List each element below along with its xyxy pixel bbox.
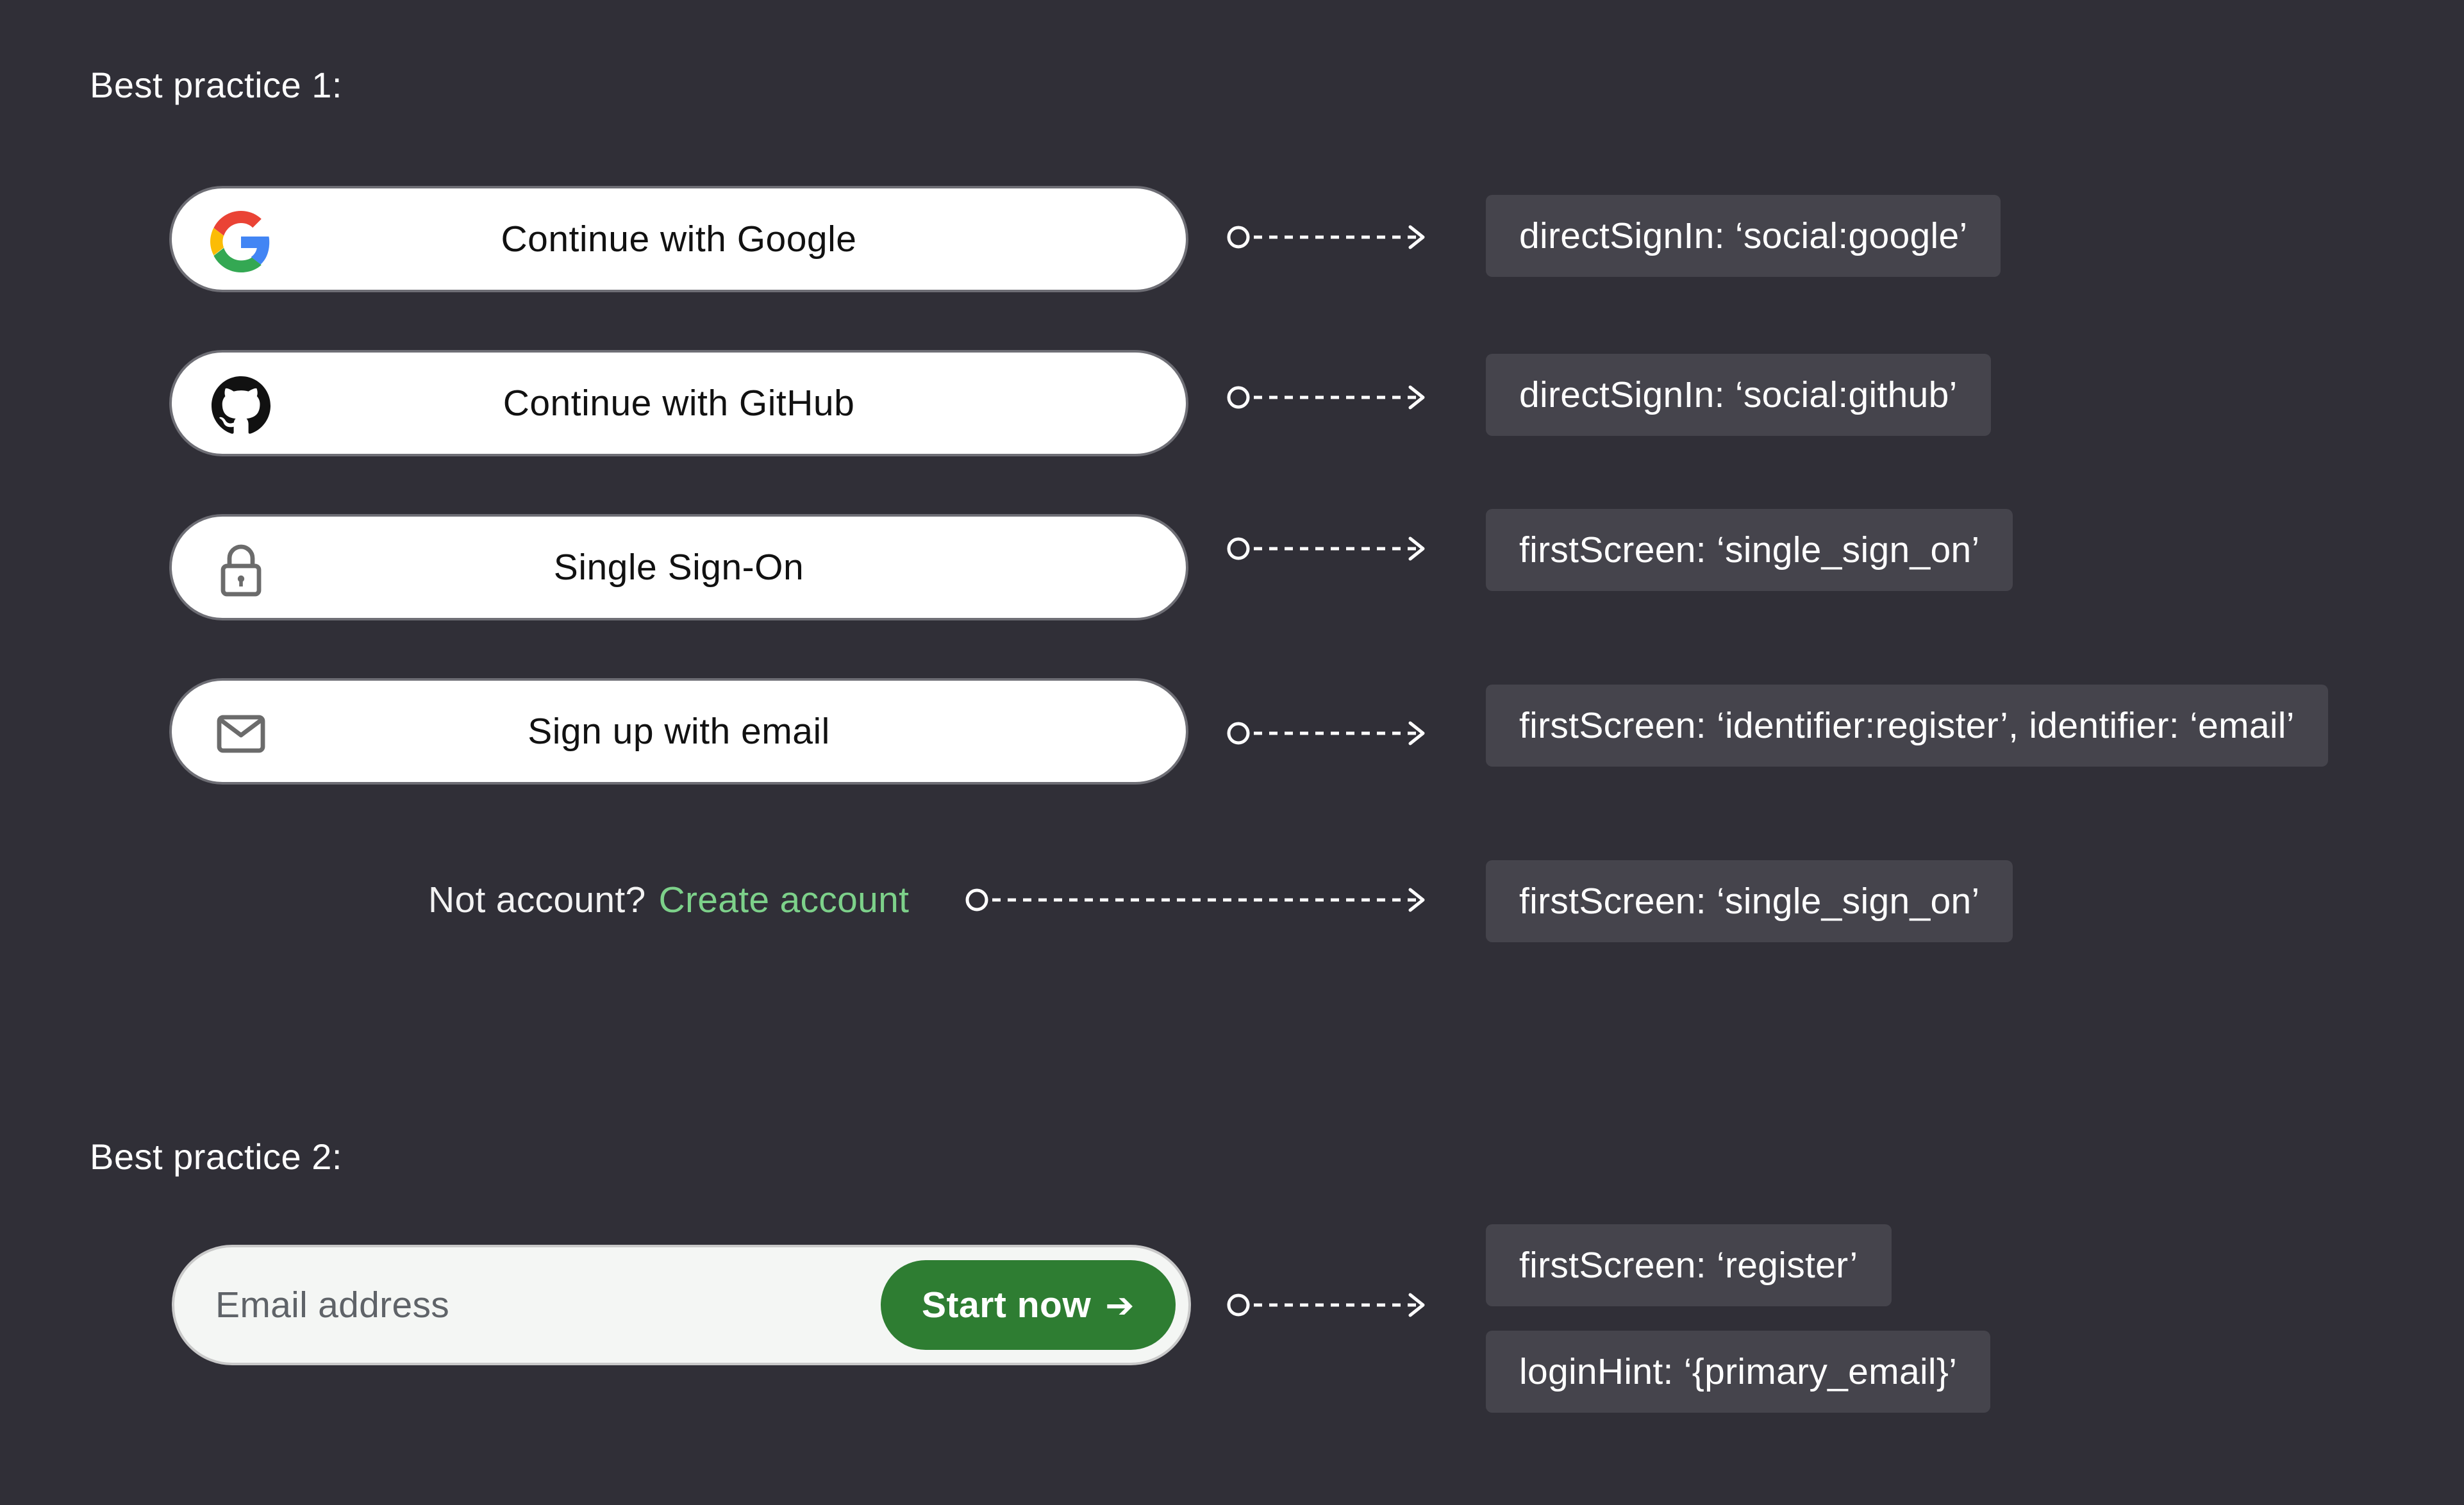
code-label-create-account: firstScreen: ‘single_sign_on’ bbox=[1486, 860, 2013, 942]
code-label-register: firstScreen: ‘register’ bbox=[1486, 1224, 1892, 1306]
button-label: Continue with Google bbox=[501, 219, 857, 260]
code-label-login-hint: loginHint: ‘{primary_email}’ bbox=[1486, 1331, 1991, 1413]
connector-arrow bbox=[1220, 1286, 1438, 1324]
not-account-text: Not account? bbox=[428, 879, 646, 920]
code-label-email: firstScreen: ‘identifier:register’, iden… bbox=[1486, 685, 2328, 767]
button-label: Sign up with email bbox=[528, 711, 830, 752]
code-label-google: directSignIn: ‘social:google’ bbox=[1486, 195, 2001, 277]
connector-arrow bbox=[1220, 529, 1438, 568]
connector-arrow bbox=[1220, 378, 1438, 417]
code-label-sso: firstScreen: ‘single_sign_on’ bbox=[1486, 509, 2013, 591]
sign-up-with-email-button[interactable]: Sign up with email bbox=[169, 678, 1188, 785]
arrow-right-icon: ➔ bbox=[1105, 1286, 1135, 1325]
email-input[interactable]: Email address bbox=[215, 1247, 449, 1363]
connector-arrow bbox=[959, 881, 1438, 919]
email-signup-form: Email address Start now ➔ bbox=[172, 1245, 1191, 1365]
start-now-button[interactable]: Start now ➔ bbox=[881, 1260, 1176, 1350]
button-label: Single Sign-On bbox=[553, 547, 804, 588]
continue-with-github-button[interactable]: Continue with GitHub bbox=[169, 350, 1188, 456]
connector-arrow bbox=[1220, 218, 1438, 256]
start-now-label: Start now bbox=[922, 1285, 1092, 1326]
button-label: Continue with GitHub bbox=[503, 383, 855, 424]
connector-arrow bbox=[1220, 714, 1438, 752]
create-account-prompt: Not account? Create account bbox=[428, 874, 909, 926]
create-account-link[interactable]: Create account bbox=[658, 879, 909, 921]
best-practice-1-heading: Best practice 1: bbox=[90, 65, 342, 105]
single-sign-on-button[interactable]: Single Sign-On bbox=[169, 514, 1188, 620]
code-label-github: directSignIn: ‘social:github’ bbox=[1486, 354, 1991, 436]
continue-with-google-button[interactable]: Continue with Google bbox=[169, 186, 1188, 292]
best-practice-2-heading: Best practice 2: bbox=[90, 1136, 342, 1177]
